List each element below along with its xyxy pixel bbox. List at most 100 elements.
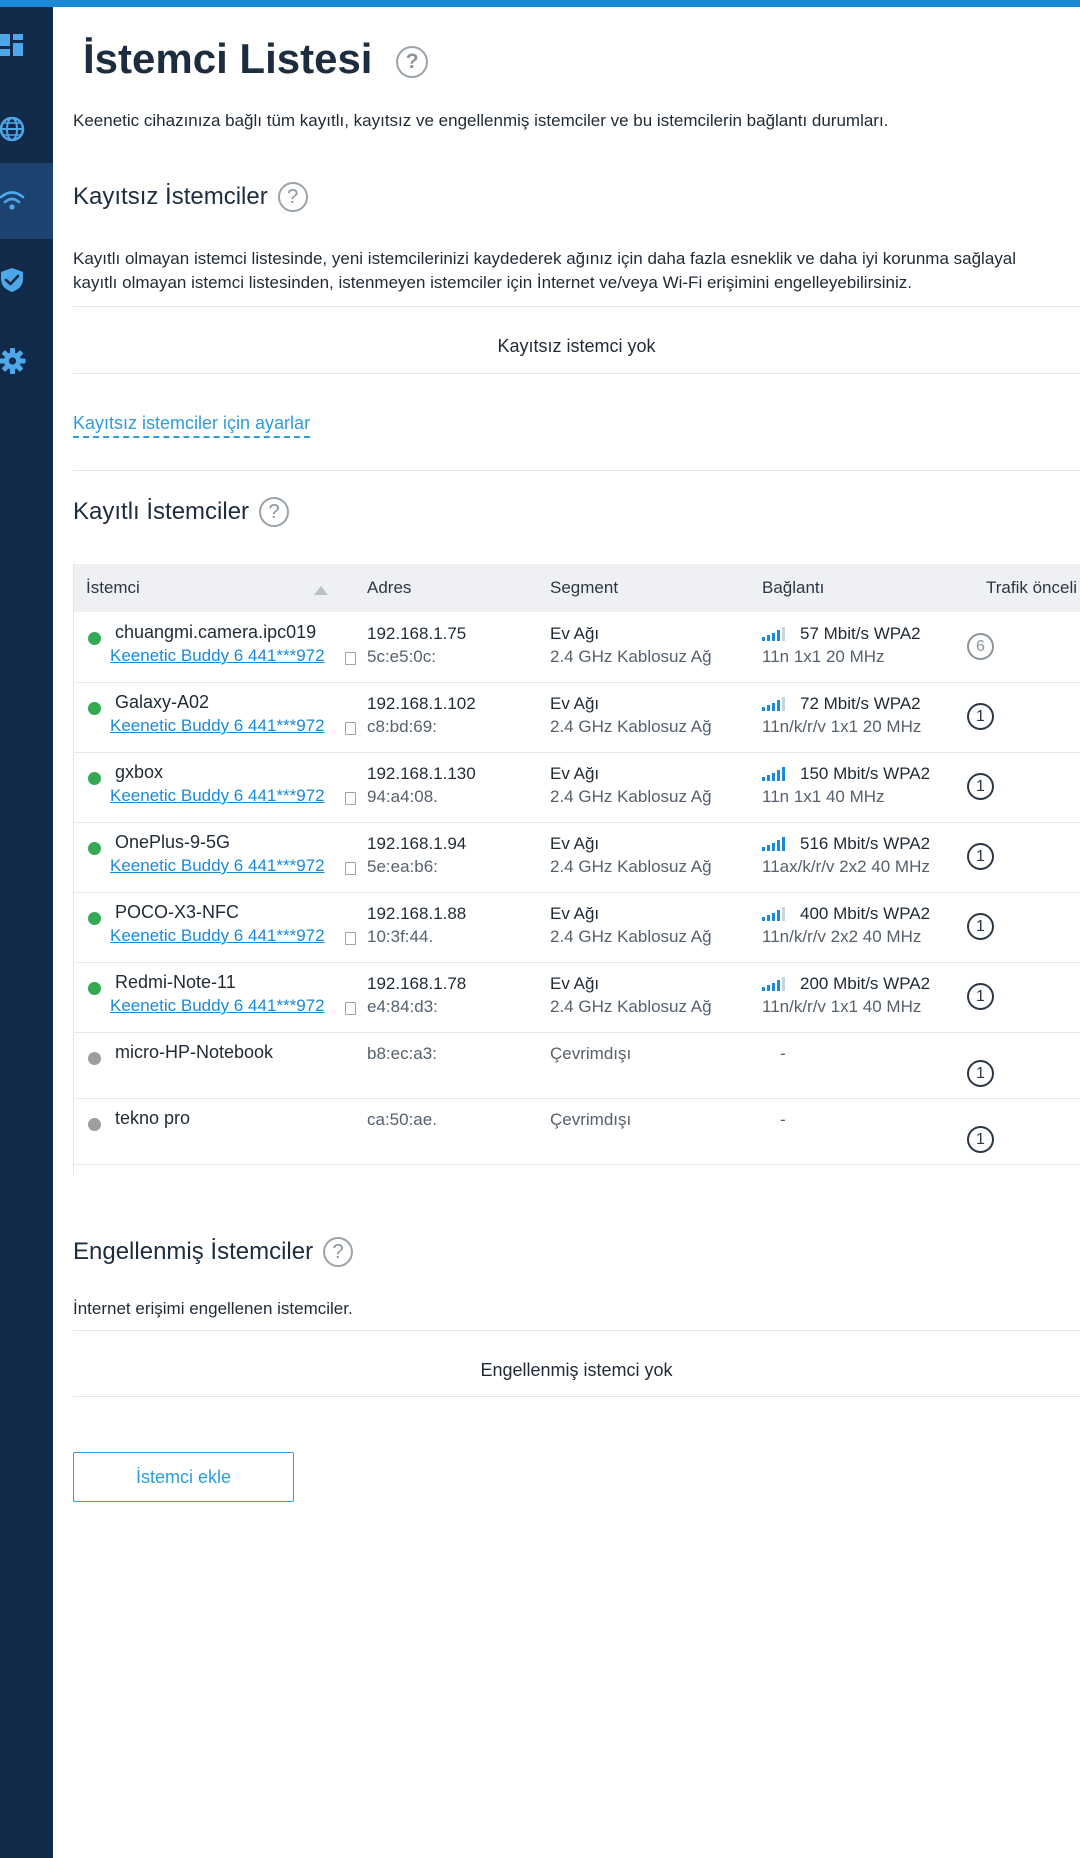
- client-owner-link[interactable]: Keenetic Buddy 6 441***972: [110, 646, 325, 666]
- registered-title-text: Kayıtlı İstemciler: [73, 498, 250, 525]
- traffic-priority-badge[interactable]: 6: [967, 633, 994, 660]
- table-row[interactable]: Galaxy-A02 Keenetic Buddy 6 441***972 192.…: [74, 682, 1080, 753]
- table-row[interactable]: chuangmi.camera.ipc019 Keenetic Buddy 6 4…: [74, 612, 1080, 683]
- client-name[interactable]: Galaxy-A02: [115, 692, 209, 713]
- client-segment: Ev Ağı: [550, 764, 600, 783]
- divider: [73, 306, 1080, 307]
- top-accent-bar: [0, 0, 1080, 7]
- sort-ascending-icon[interactable]: [314, 586, 328, 595]
- blocked-empty-text: Engellenmiş istemci yok: [480, 1360, 673, 1380]
- column-header-client[interactable]: İstemci: [86, 578, 140, 598]
- add-client-button[interactable]: İstemci ekle: [73, 1452, 294, 1502]
- traffic-priority-badge[interactable]: 1: [967, 703, 994, 730]
- client-ip: 192.168.1.88: [367, 904, 467, 923]
- signal-strength-icon: [762, 907, 794, 921]
- table-row[interactable]: gxbox Keenetic Buddy 6 441***972 192.168.1…: [74, 752, 1080, 823]
- client-name[interactable]: tekno pro: [115, 1108, 190, 1129]
- connection-speed: 57 Mbit/s WPA2: [800, 624, 921, 643]
- copy-icon[interactable]: [345, 792, 356, 805]
- traffic-priority-badge[interactable]: 1: [967, 773, 994, 800]
- client-band: 2.4 GHz Kablosuz Ağ: [550, 927, 712, 946]
- column-header-priority[interactable]: Trafik önceli: [986, 578, 1077, 598]
- sidebar: [0, 7, 53, 1858]
- gear-icon: [0, 348, 26, 374]
- table-row[interactable]: POCO-X3-NFC Keenetic Buddy 6 441***972 192…: [74, 892, 1080, 963]
- client-mac: 5e:ea:b6:: [367, 857, 438, 876]
- unregistered-description-line2: kayıtlı olmayan istemci listesinden, ist…: [73, 273, 912, 292]
- client-owner-link[interactable]: Keenetic Buddy 6 441***972: [110, 856, 325, 876]
- registered-clients-table: İstemci Adres Segment Bağlantı Trafik ön…: [73, 564, 1080, 1175]
- signal-strength-icon: [762, 977, 794, 991]
- client-mac: c8:bd:69:: [367, 717, 437, 736]
- help-icon[interactable]: ?: [277, 182, 308, 212]
- page-title-text: İstemci Listesi: [83, 35, 373, 82]
- client-owner-link[interactable]: Keenetic Buddy 6 441***972: [110, 996, 325, 1016]
- sidebar-item-internet[interactable]: [0, 91, 53, 167]
- column-header-segment[interactable]: Segment: [550, 578, 618, 598]
- status-dot: [88, 842, 101, 855]
- connection-mode: 11n/k/r/v 1x1 40 MHz: [762, 997, 922, 1016]
- copy-icon[interactable]: [345, 932, 356, 945]
- blocked-title-text: Engellenmiş İstemciler: [73, 1238, 314, 1265]
- status-dot: [88, 912, 101, 925]
- help-icon[interactable]: ?: [259, 497, 290, 527]
- traffic-priority-badge[interactable]: 1: [967, 843, 994, 870]
- blocked-section-title: Engellenmiş İstemciler ?: [73, 1237, 354, 1267]
- sidebar-item-wifi[interactable]: [0, 163, 53, 239]
- client-name[interactable]: chuangmi.camera.ipc019: [115, 622, 316, 643]
- client-mac: e4:84:d3:: [367, 997, 438, 1016]
- client-mac: b8:ec:a3:: [367, 1044, 437, 1063]
- connection-mode: 11n/k/r/v 2x2 40 MHz: [762, 927, 922, 946]
- help-icon[interactable]: ?: [323, 1237, 354, 1267]
- sidebar-item-security[interactable]: [0, 242, 53, 318]
- client-name[interactable]: micro-HP-Notebook: [115, 1042, 273, 1063]
- client-name[interactable]: Redmi-Note-11: [115, 972, 236, 993]
- dashboard-icon: [0, 34, 23, 56]
- divider: [73, 1396, 1080, 1397]
- sidebar-item-dashboard[interactable]: [0, 7, 53, 83]
- copy-icon[interactable]: [345, 1002, 356, 1015]
- column-header-address[interactable]: Adres: [367, 578, 411, 598]
- traffic-priority-badge[interactable]: 1: [967, 1060, 994, 1087]
- client-ip: 192.168.1.78: [367, 974, 467, 993]
- copy-icon[interactable]: [345, 652, 356, 665]
- client-segment: Çevrimdışı: [550, 1044, 632, 1063]
- client-name[interactable]: gxbox: [115, 762, 163, 783]
- unregistered-title-text: Kayıtsız İstemciler: [73, 183, 268, 210]
- traffic-priority-badge[interactable]: 1: [967, 1126, 994, 1153]
- client-segment: Ev Ağı: [550, 904, 600, 923]
- connection-mode: 11n/k/r/v 1x1 20 MHz: [762, 717, 922, 736]
- client-owner-link[interactable]: Keenetic Buddy 6 441***972: [110, 926, 325, 946]
- connection-speed: 516 Mbit/s WPA2: [800, 834, 931, 853]
- registered-section-title: Kayıtlı İstemciler ?: [73, 497, 290, 527]
- table-row[interactable]: OnePlus-9-5G Keenetic Buddy 6 441***972 19…: [74, 822, 1080, 893]
- connection-speed: 72 Mbit/s WPA2: [800, 694, 921, 713]
- client-owner-link[interactable]: Keenetic Buddy 6 441***972: [110, 786, 325, 806]
- divider: [73, 470, 1080, 471]
- copy-icon[interactable]: [345, 862, 356, 875]
- status-dot: [88, 1052, 101, 1065]
- traffic-priority-badge[interactable]: 1: [967, 913, 994, 940]
- table-row[interactable]: tekno pro ca:50:ae. Çevrimdışı - 1: [74, 1098, 1080, 1165]
- unregistered-settings-link[interactable]: Kayıtsız istemciler için ayarlar: [73, 413, 311, 438]
- client-name[interactable]: POCO-X3-NFC: [115, 902, 239, 923]
- copy-icon[interactable]: [345, 722, 356, 735]
- table-row[interactable]: Redmi-Note-11 Keenetic Buddy 6 441***972 1…: [74, 962, 1080, 1033]
- divider: [73, 1330, 1080, 1331]
- help-icon[interactable]: ?: [396, 45, 429, 78]
- column-header-connection[interactable]: Bağlantı: [762, 578, 824, 598]
- signal-strength-icon: [762, 837, 794, 851]
- connection-speed: 200 Mbit/s WPA2: [800, 974, 931, 993]
- client-segment: Çevrimdışı: [550, 1110, 632, 1129]
- connection-speed: 150 Mbit/s WPA2: [800, 764, 931, 783]
- unregistered-description-line1: Kayıtlı olmayan istemci listesinde, yeni…: [73, 249, 1017, 268]
- signal-strength-icon: [762, 697, 794, 711]
- sidebar-item-settings[interactable]: [0, 323, 53, 399]
- table-row[interactable]: micro-HP-Notebook b8:ec:a3: Çevrimdışı - 1: [74, 1032, 1080, 1099]
- traffic-priority-badge[interactable]: 1: [967, 983, 994, 1010]
- unregistered-section-title: Kayıtsız İstemciler ?: [73, 182, 308, 212]
- blocked-description: İnternet erişimi engellenen istemciler.: [73, 1299, 353, 1318]
- client-owner-link[interactable]: Keenetic Buddy 6 441***972: [110, 716, 325, 736]
- client-segment: Ev Ağı: [550, 624, 600, 643]
- client-name[interactable]: OnePlus-9-5G: [115, 832, 230, 853]
